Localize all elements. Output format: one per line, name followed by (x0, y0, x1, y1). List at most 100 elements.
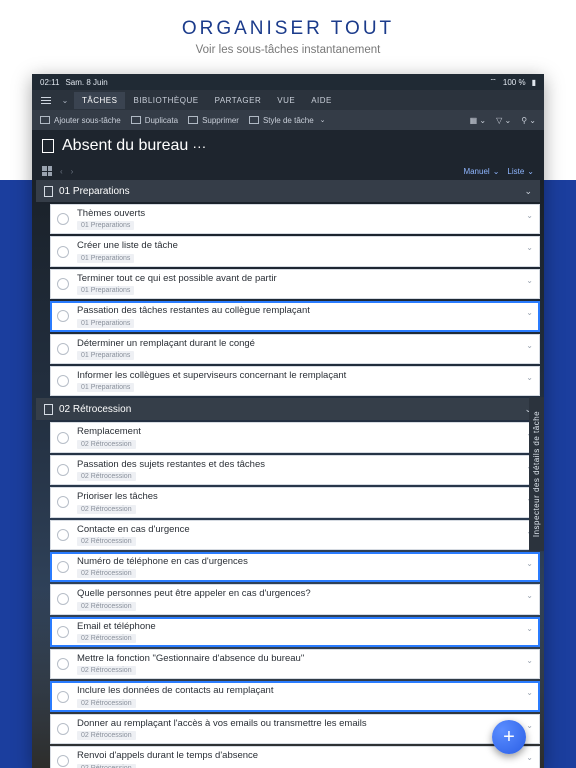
task-style-button[interactable]: Style de tâche⌄ (249, 116, 326, 125)
chevron-down-icon[interactable]: ⌄ (526, 243, 533, 252)
menu-tab-partager[interactable]: PARTAGER (207, 92, 270, 109)
task-row[interactable]: Quelle personnes peut être appeler en ca… (50, 584, 540, 614)
status-bar: 02:11 Sam. 8 Juin ⌔ 100 % ▮ (32, 74, 544, 90)
task-category: 02 Rétrocession (77, 666, 136, 675)
status-battery: 100 % (503, 78, 526, 87)
task-row[interactable]: Mettre la fonction "Gestionnaire d'absen… (50, 649, 540, 679)
hamburger-icon[interactable] (36, 97, 56, 104)
task-category: 01 Preparations (77, 319, 134, 328)
task-category: 02 Rétrocession (77, 602, 136, 611)
menu-chevron-icon[interactable]: ⌄ (58, 96, 72, 105)
task-checkbox[interactable] (57, 626, 69, 638)
group-header[interactable]: 02 Rétrocession⌄ (36, 398, 540, 420)
task-checkbox[interactable] (57, 593, 69, 605)
task-checkbox[interactable] (57, 432, 69, 444)
chevron-down-icon[interactable]: ⌄ (526, 276, 533, 285)
task-checkbox[interactable] (57, 723, 69, 735)
content-area: 01 Preparations⌄Thèmes ouverts01 Prepara… (32, 180, 544, 768)
layout-grid-icon[interactable] (42, 166, 52, 176)
task-row[interactable]: Créer une liste de tâche01 Preparations⌄ (50, 236, 540, 266)
task-row[interactable]: Renvoi d'appels durant le temps d'absenc… (50, 746, 540, 768)
promo-block: ORGANISER TOUT Voir les sous-tâches inst… (0, 0, 576, 70)
chevron-down-icon[interactable]: ⌄ (526, 753, 533, 762)
task-row[interactable]: Email et téléphone02 Rétrocession⌄ (50, 617, 540, 647)
toolbar: Ajouter sous-tâche Duplicata Supprimer S… (32, 110, 544, 130)
delete-button[interactable]: Supprimer (188, 116, 239, 125)
nav-forward-icon[interactable]: › (71, 167, 74, 176)
task-name: Mettre la fonction "Gestionnaire d'absen… (77, 653, 533, 664)
task-checkbox[interactable] (57, 343, 69, 355)
chevron-down-icon[interactable]: ⌄ (526, 373, 533, 382)
chevron-down-icon[interactable]: ⌄ (526, 591, 533, 600)
task-checkbox[interactable] (57, 278, 69, 290)
task-category: 02 Rétrocession (77, 699, 136, 708)
nav-back-icon[interactable]: ‹ (60, 167, 63, 176)
task-row[interactable]: Inclure les données de contacts au rempl… (50, 681, 540, 711)
menu-tab-bibliothèque[interactable]: BIBLIOTHÈQUE (125, 92, 206, 109)
task-name: Donner au remplaçant l'accès à vos email… (77, 718, 533, 729)
grid-view-icon[interactable]: ▦ ⌄ (470, 116, 486, 125)
promo-title: ORGANISER TOUT (0, 18, 576, 40)
chevron-down-icon[interactable]: ⌄ (526, 559, 533, 568)
task-row[interactable]: Passation des sujets restantes et des tâ… (50, 455, 540, 485)
task-checkbox[interactable] (57, 375, 69, 387)
task-checkbox[interactable] (57, 529, 69, 541)
task-style-label: Style de tâche (263, 116, 314, 125)
sort-mode-button[interactable]: Manuel⌄ (463, 167, 499, 176)
task-category: 02 Rétrocession (77, 505, 136, 514)
chevron-down-icon[interactable]: ⌄ (526, 656, 533, 665)
menu-tab-aide[interactable]: AIDE (303, 92, 340, 109)
chevron-down-icon: ⌄ (527, 167, 534, 176)
add-subtask-button[interactable]: Ajouter sous-tâche (40, 116, 121, 125)
group-header[interactable]: 01 Preparations⌄ (36, 180, 540, 202)
chevron-down-icon[interactable]: ⌄ (526, 211, 533, 220)
chevron-down-icon[interactable]: ⌄ (526, 624, 533, 633)
chevron-down-icon[interactable]: ⌄ (526, 308, 533, 317)
task-row[interactable]: Donner au remplaçant l'accès à vos email… (50, 714, 540, 744)
task-category: 02 Rétrocession (77, 537, 136, 546)
view-mode-button[interactable]: Liste⌄ (507, 167, 534, 176)
task-row[interactable]: Terminer tout ce qui est possible avant … (50, 269, 540, 299)
task-name: Contacte en cas d'urgence (77, 524, 533, 535)
chevron-down-icon: ⌄ (493, 167, 500, 176)
page-icon (42, 139, 54, 153)
task-checkbox[interactable] (57, 464, 69, 476)
task-row[interactable]: Numéro de téléphone en cas d'urgences02 … (50, 552, 540, 582)
status-date: Sam. 8 Juin (65, 78, 107, 87)
task-checkbox[interactable] (57, 755, 69, 767)
task-checkbox[interactable] (57, 691, 69, 703)
tags-icon[interactable]: ⚲ ⌄ (521, 116, 536, 125)
task-checkbox[interactable] (57, 496, 69, 508)
menu-tab-vue[interactable]: VUE (269, 92, 303, 109)
page-icon (44, 404, 53, 415)
style-icon (249, 116, 259, 124)
chevron-down-icon[interactable]: ⌄ (526, 688, 533, 697)
add-subtask-label: Ajouter sous-tâche (54, 116, 121, 125)
filter-icon[interactable]: ▽ ⌄ (496, 116, 511, 125)
task-category: 01 Preparations (77, 254, 134, 263)
detail-inspector-tab[interactable]: Inspecteur des détails de tâche (529, 397, 544, 551)
task-row[interactable]: Passation des tâches restantes au collèg… (50, 301, 540, 331)
add-task-fab[interactable]: + (492, 720, 526, 754)
task-checkbox[interactable] (57, 213, 69, 225)
add-subtask-icon (40, 116, 50, 124)
task-row[interactable]: Prioriser les tâches02 Rétrocession⌄ (50, 487, 540, 517)
task-checkbox[interactable] (57, 561, 69, 573)
page-icon (44, 186, 53, 197)
page-title-dots[interactable]: ··· (192, 138, 206, 154)
task-checkbox[interactable] (57, 658, 69, 670)
task-row[interactable]: Déterminer un remplaçant durant le congé… (50, 334, 540, 364)
task-checkbox[interactable] (57, 310, 69, 322)
task-checkbox[interactable] (57, 246, 69, 258)
task-row[interactable]: Thèmes ouverts01 Preparations⌄ (50, 204, 540, 234)
duplicate-icon (131, 116, 141, 124)
duplicate-button[interactable]: Duplicata (131, 116, 178, 125)
menu-bar: ⌄ TÂCHESBIBLIOTHÈQUEPARTAGERVUEAIDE (32, 90, 544, 110)
menu-tab-tâches[interactable]: TÂCHES (74, 92, 125, 109)
chevron-down-icon[interactable]: ⌄ (526, 721, 533, 730)
task-row[interactable]: Contacte en cas d'urgence 02 Rétrocession… (50, 520, 540, 550)
title-bar: Absent du bureau ··· (32, 130, 544, 162)
chevron-down-icon[interactable]: ⌄ (526, 341, 533, 350)
task-row[interactable]: Remplacement02 Rétrocession⌄ (50, 422, 540, 452)
task-row[interactable]: Informer les collègues et superviseurs c… (50, 366, 540, 396)
